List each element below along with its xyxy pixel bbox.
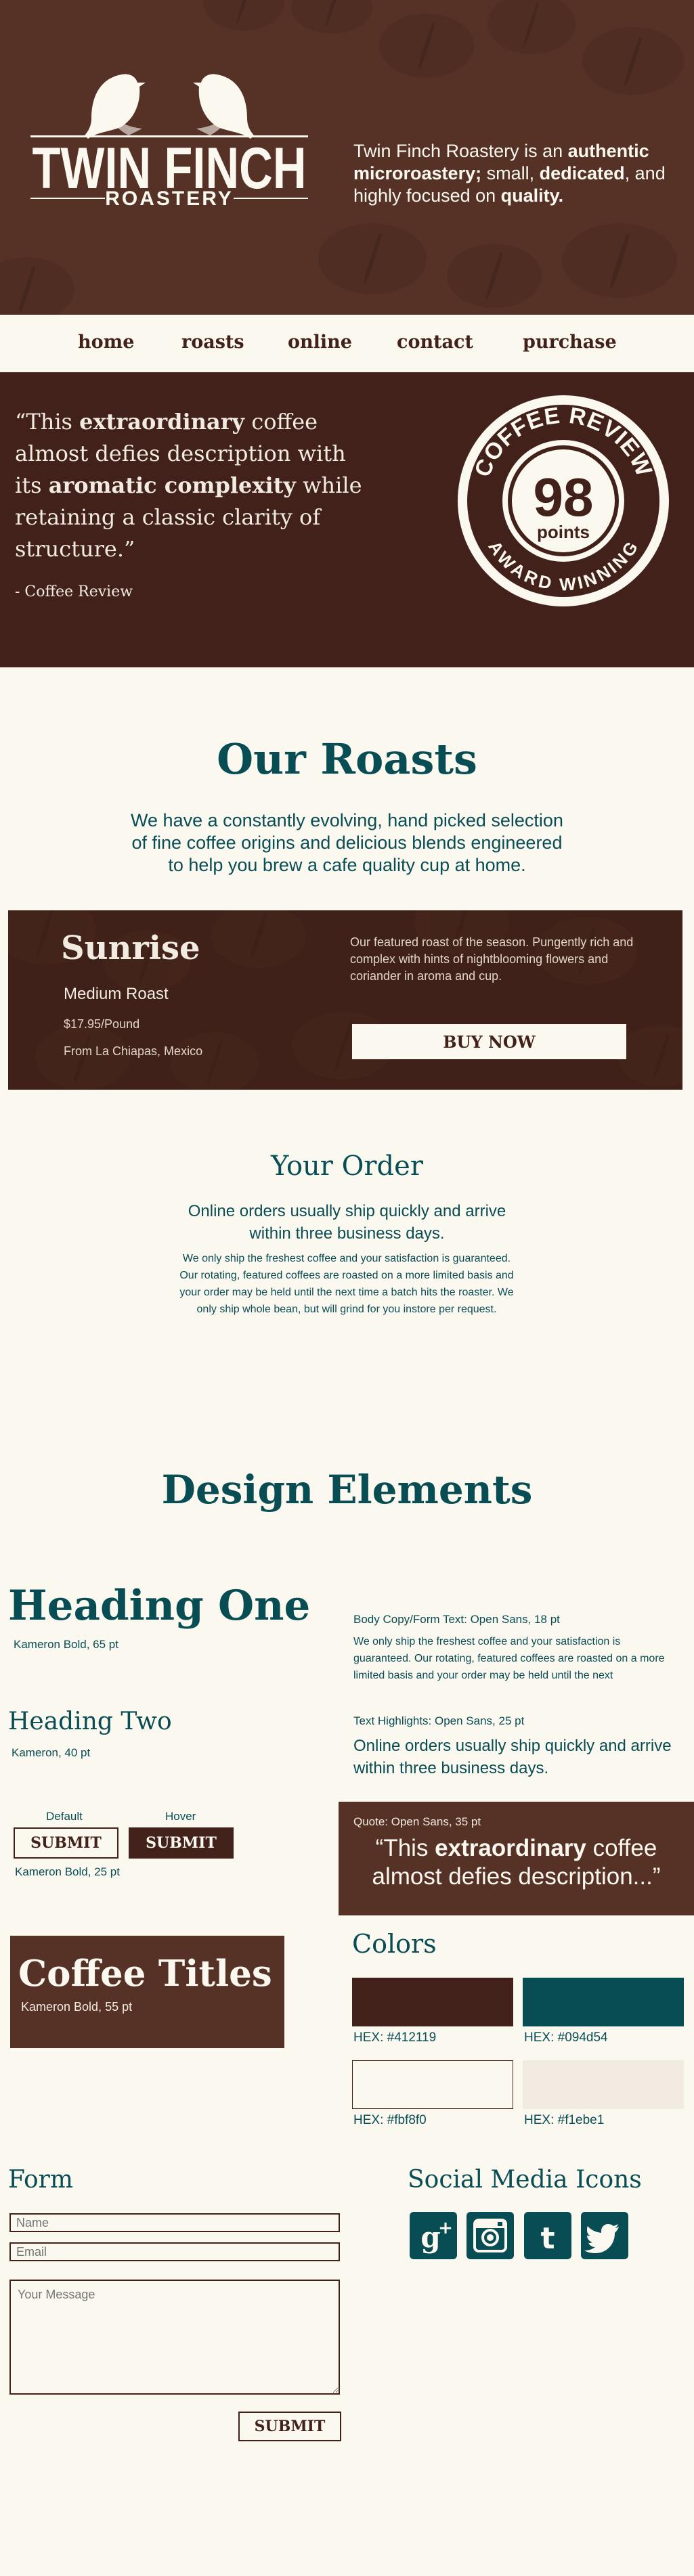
social-heading: Social Media Icons: [408, 2166, 642, 2194]
color-label: HEX: #fbf8f0: [353, 2113, 427, 2127]
twin-finch-logo[interactable]: TWIN FINCH ROASTERY: [27, 41, 311, 244]
message-field[interactable]: [9, 2280, 340, 2395]
award-badge: COFFEE REVIEW AWARD WINNING 98 points: [458, 395, 669, 606]
review-quote: “This extraordinary coffee almost defies…: [15, 409, 362, 562]
buy-now-button[interactable]: BUY NOW: [352, 1024, 626, 1059]
nav-contact[interactable]: contact: [397, 332, 473, 353]
color-label: HEX: #094d54: [524, 2030, 608, 2045]
heading-one-sample: Heading One: [8, 1582, 311, 1630]
submit-button-hover[interactable]: SUBMIT: [129, 1827, 234, 1859]
google-plus-icon[interactable]: g +: [410, 2212, 457, 2259]
color-swatch-dark-brown: [352, 1978, 513, 2026]
body-copy-label: Body Copy/Form Text: Open Sans, 18 pt: [353, 1613, 560, 1626]
nav-purchase[interactable]: purchase: [523, 332, 617, 353]
form-heading: Form: [8, 2166, 74, 2194]
form-submit-button[interactable]: SUBMIT: [238, 2412, 341, 2441]
colors-heading: Colors: [352, 1929, 437, 1959]
coffee-titles-note: Kameron Bold, 55 pt: [21, 2000, 133, 2014]
heading-two-note: Kameron, 40 pt: [12, 1746, 91, 1759]
main-nav: home roasts online contact purchase: [0, 315, 694, 372]
coffee-bean: [291, 0, 372, 34]
site-header: TWIN FINCH ROASTERY Twin Finch Roastery …: [0, 0, 694, 315]
nav-home[interactable]: home: [78, 332, 134, 353]
svg-text:t: t: [540, 2221, 555, 2256]
instagram-icon[interactable]: [467, 2212, 514, 2259]
svg-text:+: +: [438, 2218, 453, 2238]
name-field[interactable]: [9, 2213, 340, 2232]
nav-roasts[interactable]: roasts: [181, 332, 244, 353]
button-hover-caption: Hover: [165, 1810, 196, 1823]
quote-source: - Coffee Review: [15, 583, 133, 600]
coffee-titles-sample: Coffee Titles Kameron Bold, 55 pt: [10, 1936, 284, 2048]
coffee-bean: [487, 0, 576, 54]
coffee-bean: [318, 223, 427, 294]
coffee-bean: [203, 0, 284, 30]
submit-button-default[interactable]: SUBMIT: [14, 1827, 118, 1859]
quote-style-label: Quote: Open Sans, 35 pt: [353, 1815, 481, 1828]
design-elements-heading: Design Elements: [161, 1467, 533, 1513]
roast-price: $17.95/Pound: [64, 1017, 140, 1031]
tumblr-icon[interactable]: t: [524, 2212, 571, 2259]
color-swatch-teal: [523, 1978, 684, 2026]
finch-birds-icon: [85, 74, 254, 139]
order-heading: Your Order: [271, 1151, 423, 1182]
roast-name: Sunrise: [61, 929, 200, 967]
featured-roast-card: Sunrise Medium Roast $17.95/Pound From L…: [8, 910, 682, 1090]
color-label: HEX: #f1ebe1: [524, 2113, 605, 2127]
coffee-bean: [0, 257, 74, 315]
color-label: HEX: #412119: [353, 2030, 437, 2045]
roasts-heading: Our Roasts: [217, 734, 477, 784]
badge-points: points: [537, 522, 590, 542]
roast-origin: From La Chiapas, Mexico: [64, 1044, 203, 1058]
roast-level: Medium Roast: [64, 985, 169, 1003]
quote-style-text: “This extraordinary coffee almost defies…: [372, 1835, 661, 1890]
twitter-icon[interactable]: [581, 2212, 628, 2259]
highlight-label: Text Highlights: Open Sans, 25 pt: [353, 1714, 525, 1727]
coffee-bean: [447, 244, 542, 308]
roast-description: Our featured roast of the season. Pungen…: [350, 935, 634, 983]
coffee-bean: [379, 14, 474, 78]
nav-online[interactable]: online: [288, 332, 352, 353]
highlight-sample: Online orders usually ship quickly and a…: [353, 1737, 672, 1777]
roasts-intro: We have a constantly evolving, hand pick…: [131, 810, 563, 875]
logo-subtitle: ROASTERY: [105, 187, 234, 210]
coffee-titles-text: Coffee Titles: [18, 1953, 272, 1995]
color-swatch-cream: [352, 2060, 513, 2109]
review-quote-band: “This extraordinary coffee almost defies…: [0, 372, 694, 667]
coffee-bean: [562, 223, 677, 298]
body-copy-sample: We only ship the freshest coffee and you…: [353, 1636, 665, 1681]
email-field[interactable]: [9, 2242, 340, 2261]
button-font-note: Kameron Bold, 25 pt: [15, 1865, 120, 1878]
heading-one-note: Kameron Bold, 65 pt: [14, 1638, 118, 1651]
tagline: Twin Finch Roastery is an authentic micr…: [353, 141, 666, 206]
color-swatch-beige: [523, 2060, 684, 2109]
quote-style-sample: Quote: Open Sans, 35 pt “This extraordin…: [339, 1802, 694, 1915]
heading-two-sample: Heading Two: [8, 1708, 172, 1735]
badge-score: 98: [534, 467, 594, 527]
button-default-caption: Default: [46, 1810, 83, 1823]
coffee-bean: [582, 27, 684, 95]
order-body: We only ship the freshest coffee and you…: [179, 1253, 514, 1315]
order-highlight: Online orders usually ship quickly and a…: [188, 1202, 506, 1243]
